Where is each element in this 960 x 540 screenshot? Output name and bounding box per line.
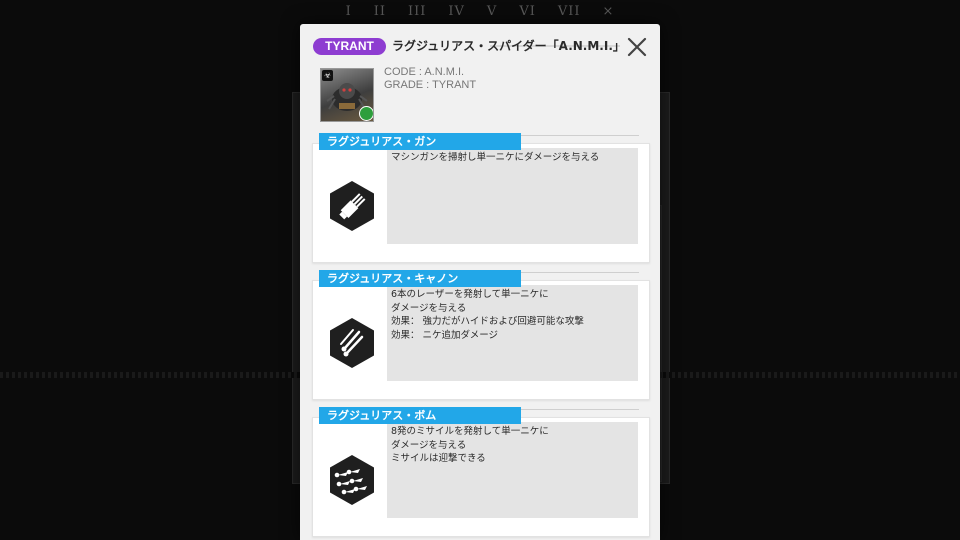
stage-numeral: ⨯	[602, 3, 615, 19]
boss-detail-dialog: TYRANT ラグジュリアス・スパイダー「A.N.M.I.」 ☣ CODE : …	[300, 24, 660, 540]
boss-meta: CODE : A.N.M.I. GRADE : TYRANT	[384, 66, 476, 92]
stage-numeral: II	[373, 3, 386, 19]
skill-description: マシンガンを掃射し単一ニケにダメージを与える	[387, 148, 638, 244]
skill-description-line: 6本のレーザーを発射して単一ニケに	[391, 289, 549, 300]
stage-numeral: VII	[557, 3, 581, 19]
skill-description-line: マシンガンを掃射し単一ニケにダメージを与える	[391, 152, 600, 163]
laser-beams-icon	[323, 314, 381, 372]
skill-tab-divider	[521, 409, 639, 410]
close-button[interactable]	[626, 36, 648, 58]
stage-numeral: III	[407, 3, 427, 19]
biohazard-icon: ☣	[322, 70, 333, 81]
skill-name: ラグジュリアス・ボム	[319, 407, 521, 424]
skill-card-body: 8発のミサイルを発射して単一ニケに ダメージを与える ミサイルは迎撃できる	[312, 417, 650, 537]
gatling-gun-icon	[323, 177, 381, 235]
boss-grade: GRADE : TYRANT	[384, 79, 477, 91]
skill-description-line: ミサイルは迎撃できる	[391, 453, 486, 464]
element-wind-icon	[359, 106, 373, 121]
skill-description-line: 効果： ニケ追加ダメージ	[391, 329, 499, 341]
skill-description: 6本のレーザーを発射して単一ニケに ダメージを与える 効果： 強力だがハイドおよ…	[387, 285, 638, 381]
skill-name: ラグジュリアス・ガン	[319, 133, 521, 150]
missiles-icon	[323, 451, 381, 509]
boss-title: ラグジュリアス・スパイダー「A.N.M.I.」	[392, 39, 625, 53]
skill-description-line: ダメージを与える	[391, 439, 467, 451]
skill-description: 8発のミサイルを発射して単一ニケに ダメージを与える ミサイルは迎撃できる	[387, 422, 638, 518]
stage-numeral: IV	[448, 3, 465, 19]
skill-tab-divider	[521, 135, 639, 136]
grade-badge: TYRANT	[313, 38, 386, 55]
stage-numeral: VI	[519, 3, 536, 19]
stage-numeral: I	[345, 3, 352, 19]
skill-tab-divider	[521, 272, 639, 273]
skill-name: ラグジュリアス・キャノン	[319, 270, 521, 287]
skill-card-body: 6本のレーザーを発射して単一ニケに ダメージを与える 効果： 強力だがハイドおよ…	[312, 280, 650, 400]
skill-description-line: 8発のミサイルを発射して単一ニケに	[391, 426, 549, 437]
skill-description-line: ダメージを与える	[391, 302, 467, 314]
stage-numeral: V	[486, 3, 498, 19]
stage-progress-bar: I II III IV V VI VII ⨯	[0, 0, 960, 22]
close-icon[interactable]	[626, 36, 648, 58]
skill-card-body: マシンガンを掃射し単一ニケにダメージを与える	[312, 143, 650, 263]
boss-info: ☣ CODE : A.N.M.I. GRADE : TYRANT	[300, 64, 660, 126]
skill-description-line: 効果： 強力だがハイドおよび回避可能な攻撃	[391, 316, 584, 327]
boss-code: CODE : A.N.M.I.	[384, 66, 465, 78]
boss-portrait[interactable]: ☣	[320, 68, 374, 122]
